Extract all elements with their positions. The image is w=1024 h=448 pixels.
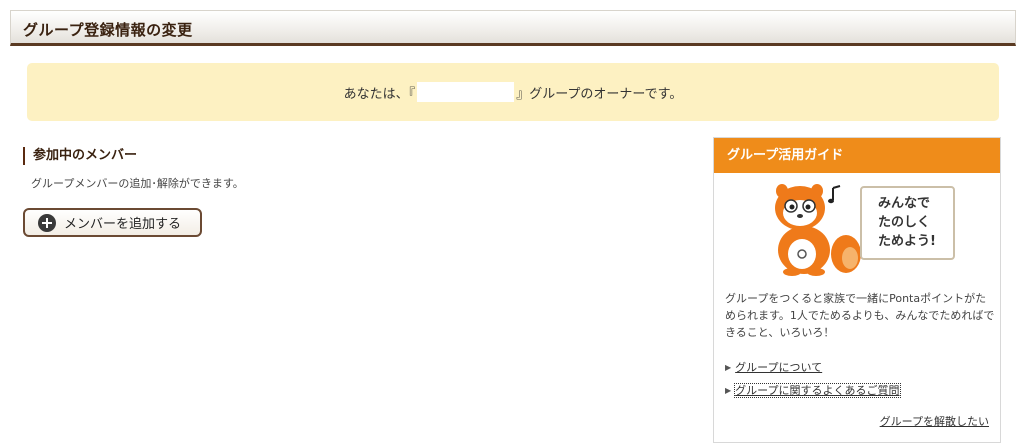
group-faq-label: グループに関するよくあるご質問 — [734, 383, 901, 398]
add-member-label: メンバーを追加する — [64, 217, 182, 232]
members-heading: 参加中のメンバー — [23, 147, 137, 165]
speech-line: ためよう! — [878, 234, 936, 249]
members-description: グループメンバーの追加･解除ができます。 — [31, 177, 244, 190]
speech-bubble: みんなで たのしく ためよう! — [860, 186, 955, 260]
page-title: グループ登録情報の変更 — [23, 21, 193, 39]
dissolve-group-link[interactable]: グループを解散したい — [880, 413, 989, 429]
owner-notice: あなたは、『 』グループのオーナーです。 — [27, 63, 999, 121]
triangle-right-icon: ▶ — [725, 386, 732, 395]
page-header: グループ登録情報の変更 — [10, 10, 1016, 46]
plus-icon — [38, 213, 56, 232]
ponta-mascot-icon — [775, 184, 861, 276]
speech-line: みんなで — [878, 196, 931, 211]
add-member-button[interactable]: メンバーを追加する — [23, 208, 202, 237]
guide-title: グループ活用ガイド — [714, 138, 1000, 173]
owner-notice-prefix: あなたは、『 — [343, 86, 416, 102]
about-groups-link[interactable]: ▶ グループについて — [725, 359, 822, 375]
owner-notice-suffix: 』グループのオーナーです。 — [516, 86, 683, 102]
about-groups-label: グループについて — [735, 361, 823, 374]
guide-description: グループをつくると家族で一緒にPontaポイントがためられます。1人でためるより… — [725, 292, 995, 339]
speech-line: たのしく — [878, 215, 931, 230]
group-name-redacted — [417, 82, 515, 102]
triangle-right-icon: ▶ — [725, 363, 732, 372]
group-faq-link[interactable]: ▶ グループに関するよくあるご質問 — [725, 382, 901, 398]
group-guide-panel: グループ活用ガイド みんなで たのしく ためよう! グループをつくると家族で一緒… — [713, 137, 1001, 443]
